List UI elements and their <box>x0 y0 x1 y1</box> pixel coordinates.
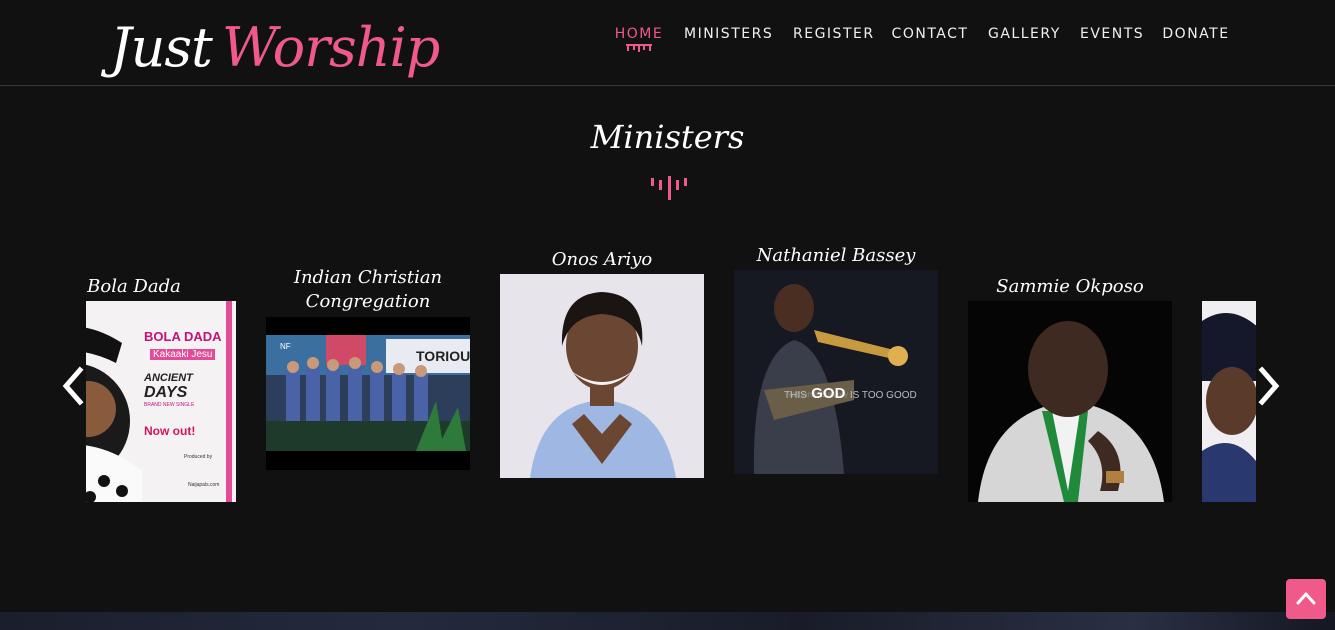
nav-home[interactable]: HOME <box>614 24 664 44</box>
minister-photo[interactable] <box>500 274 704 478</box>
minister-photo[interactable]: Nathaniel Bassey THIS GOD IS TOO GOOD <box>734 270 938 474</box>
album-title-rest: IS TOO GOOD <box>849 390 917 401</box>
chevron-up-icon <box>1296 592 1316 605</box>
album-website: Naijapals.com <box>188 482 220 488</box>
logo-word-just: Just <box>110 16 213 79</box>
nav-register[interactable]: REGISTER <box>793 24 873 44</box>
nav-ministers[interactable]: MINISTERS <box>684 24 772 44</box>
chevron-right-icon[interactable] <box>1254 366 1284 406</box>
album-title-2: DAYS <box>144 384 188 401</box>
album-title-this: THIS <box>784 390 807 401</box>
title-ornament-icon <box>651 176 687 200</box>
photo-logo-text: NF <box>280 342 291 351</box>
minister-photo[interactable]: NF TORIOU <box>266 317 470 470</box>
nav-events[interactable]: EVENTS <box>1080 24 1143 44</box>
minister-name: Nathaniel Bassey <box>756 245 916 266</box>
minister-photo[interactable] <box>1202 301 1256 502</box>
nav-donate[interactable]: DONATE <box>1162 24 1230 44</box>
chevron-left-icon[interactable] <box>58 366 88 406</box>
album-artist: BOLA DADA <box>144 329 222 344</box>
minister-name: Indian Christian Congregation <box>293 267 443 312</box>
minister-name: Sammie Okposo <box>996 276 1144 297</box>
back-to-top-button[interactable] <box>1286 579 1326 619</box>
nav-contact[interactable]: CONTACT <box>891 24 969 44</box>
site-logo[interactable]: Just Worship <box>110 8 440 88</box>
photo-banner-text: TORIOU <box>416 348 470 364</box>
album-producer: Produced by <box>184 454 213 460</box>
album-title-1: ANCIENT <box>144 372 193 384</box>
footer-background-strip <box>0 612 1335 630</box>
nav-gallery[interactable]: GALLERY <box>988 24 1060 44</box>
album-now-out: Now out! <box>144 424 196 438</box>
site-header: Just Worship HOME MINISTERS REGISTER CONT… <box>0 0 1335 86</box>
minister-name: Onos Ariyo <box>551 249 653 270</box>
congregation-photo: NF TORIOU <box>266 317 470 470</box>
section-title: Ministers <box>590 118 745 156</box>
onos-ariyo-portrait <box>500 274 704 478</box>
nathaniel-bassey-album-art: Nathaniel Bassey <box>734 270 938 474</box>
partial-minister-portrait <box>1202 301 1256 502</box>
minister-photo[interactable]: BOLA DADA Kakaaki Jesu ANCIENT DAYS BRAN… <box>86 301 236 502</box>
active-nav-indicator-icon <box>626 44 652 52</box>
logo-word-worship: Worship <box>221 16 440 79</box>
sammie-okposo-portrait <box>968 301 1172 502</box>
ministers-carousel[interactable]: Bola Dada BOLA DADA Kakaaki Jesu ANCIENT <box>86 230 1256 520</box>
album-text-block: BOLA DADA Kakaaki Jesu ANCIENT DAYS BRAN… <box>144 329 228 488</box>
minister-photo[interactable] <box>968 301 1172 502</box>
album-title-god: GOD <box>811 385 846 402</box>
album-title-block: THIS GOD IS TOO GOOD <box>784 385 917 403</box>
minister-name: Bola Dada <box>87 276 181 297</box>
album-song: Kakaaki Jesu <box>150 349 216 360</box>
album-tagline: BRAND NEW SINGLE <box>144 402 195 408</box>
